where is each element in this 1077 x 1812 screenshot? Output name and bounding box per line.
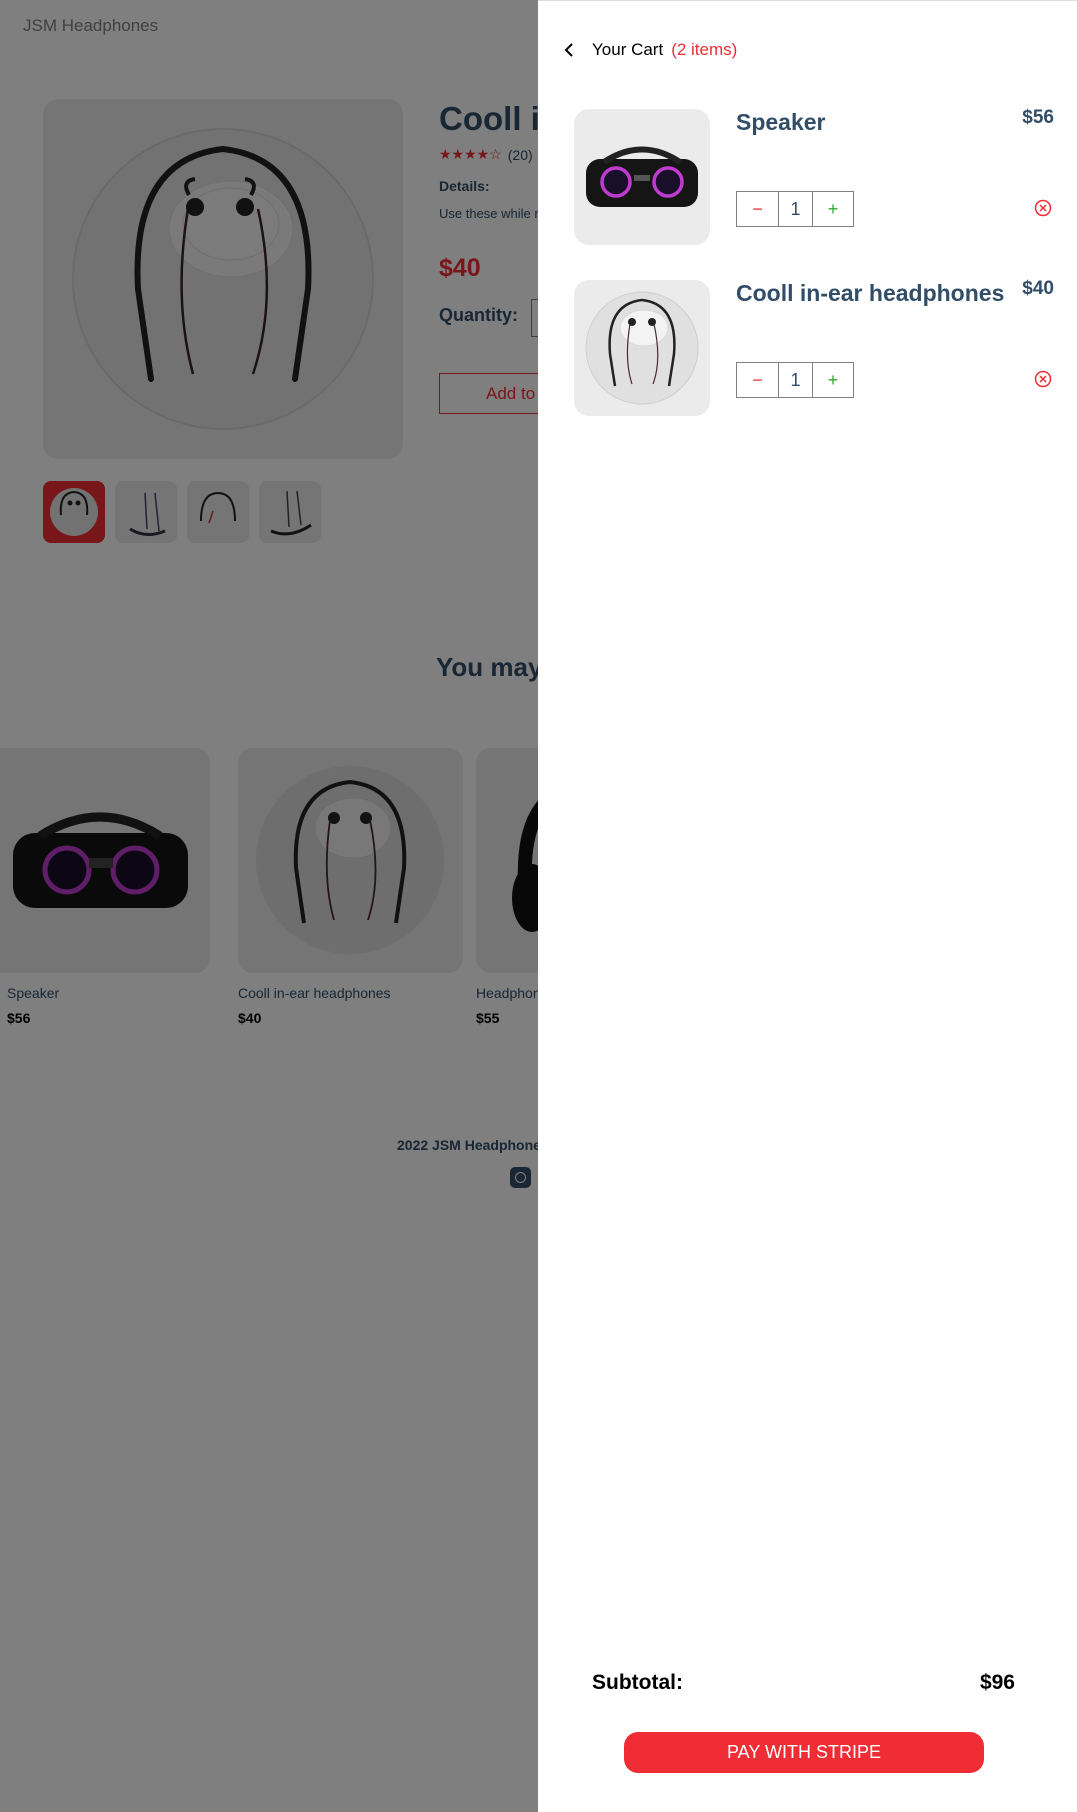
cart-item-name: Speaker	[736, 109, 826, 135]
remove-item-icon[interactable]	[1034, 199, 1052, 217]
pay-with-stripe-button[interactable]: PAY WITH STRIPE	[624, 1732, 984, 1773]
cart-heading[interactable]: Your Cart (2 items)	[558, 39, 737, 61]
cart-drawer: Your Cart (2 items) Speaker $56 − 1 + Co…	[538, 0, 1077, 1812]
chevron-left-icon[interactable]	[558, 39, 580, 61]
cart-item: Cooll in-ear headphones $40 − 1 +	[574, 278, 1054, 416]
quantity-value: 1	[779, 192, 813, 226]
cart-item-image	[574, 280, 710, 416]
decrease-quantity-button[interactable]: −	[737, 363, 779, 397]
remove-item-icon[interactable]	[1034, 370, 1052, 388]
cart-item-price: $40	[1022, 278, 1054, 299]
cart-item-price: $56	[1022, 107, 1054, 128]
cart-item-image	[574, 109, 710, 245]
cart-item-count: (2 items)	[671, 40, 738, 59]
cart-item: Speaker $56 − 1 +	[574, 107, 1054, 245]
increase-quantity-button[interactable]: +	[813, 363, 853, 397]
cart-item-name: Cooll in-ear headphones	[736, 280, 1005, 306]
quantity-stepper: − 1 +	[736, 362, 854, 398]
subtotal-label: Subtotal:	[592, 1671, 683, 1694]
decrease-quantity-button[interactable]: −	[737, 192, 779, 226]
subtotal-value: $96	[979, 1671, 1015, 1694]
increase-quantity-button[interactable]: +	[813, 192, 853, 226]
cart-heading-title: Your Cart	[592, 40, 664, 59]
quantity-value: 1	[779, 363, 813, 397]
quantity-stepper: − 1 +	[736, 191, 854, 227]
